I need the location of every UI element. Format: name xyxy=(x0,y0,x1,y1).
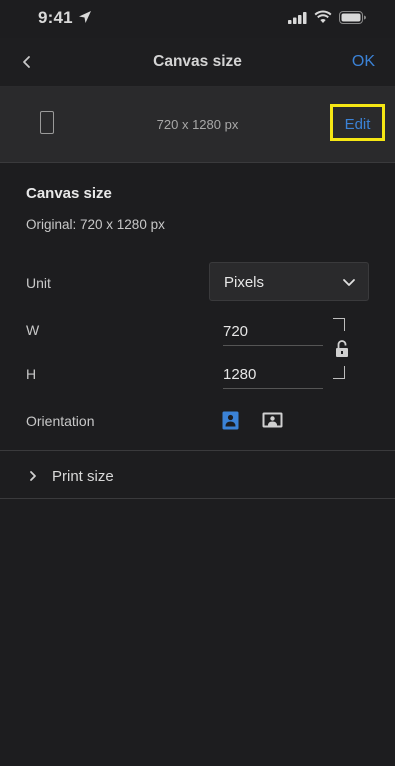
link-bracket-top xyxy=(333,318,345,331)
print-size-label: Print size xyxy=(52,468,114,485)
location-icon xyxy=(79,11,91,23)
original-size-text: Original: 720 x 1280 px xyxy=(26,217,165,232)
canvas-size-screen: 9:41 Canvas size OK 720 x 1280 px Edit C… xyxy=(0,0,395,766)
height-value: 1280 xyxy=(223,366,257,383)
edit-label: Edit xyxy=(344,116,371,133)
ok-button[interactable]: OK xyxy=(352,53,375,71)
unit-select-value: Pixels xyxy=(224,274,265,291)
page-title: Canvas size xyxy=(153,53,242,70)
wifi-icon xyxy=(314,10,332,23)
lock-icon[interactable] xyxy=(334,339,350,359)
landscape-icon[interactable] xyxy=(262,412,283,428)
signal-icon xyxy=(288,12,307,24)
chevron-down-icon xyxy=(343,279,355,286)
width-label: W xyxy=(26,322,40,338)
chevron-right-icon xyxy=(30,471,36,481)
width-value: 720 xyxy=(223,323,249,340)
section-title: Canvas size xyxy=(26,185,112,202)
status-bar: 9:41 xyxy=(0,0,395,38)
orientation-label: Orientation xyxy=(26,413,95,429)
battery-icon xyxy=(339,11,366,24)
height-input[interactable]: 1280 xyxy=(223,362,323,389)
edit-button[interactable]: Edit xyxy=(330,104,385,141)
canvas-summary-row: 720 x 1280 px Edit xyxy=(0,87,395,163)
unit-select[interactable]: Pixels xyxy=(209,262,369,301)
height-label: H xyxy=(26,366,37,382)
link-bracket-bottom xyxy=(333,366,345,379)
status-time: 9:41 xyxy=(38,8,73,27)
nav-bar: Canvas size OK xyxy=(0,38,395,87)
divider xyxy=(0,498,395,499)
unit-label: Unit xyxy=(26,275,51,291)
print-size-row[interactable]: Print size xyxy=(0,451,395,498)
width-input[interactable]: 720 xyxy=(223,319,323,346)
portrait-icon[interactable] xyxy=(222,411,239,430)
